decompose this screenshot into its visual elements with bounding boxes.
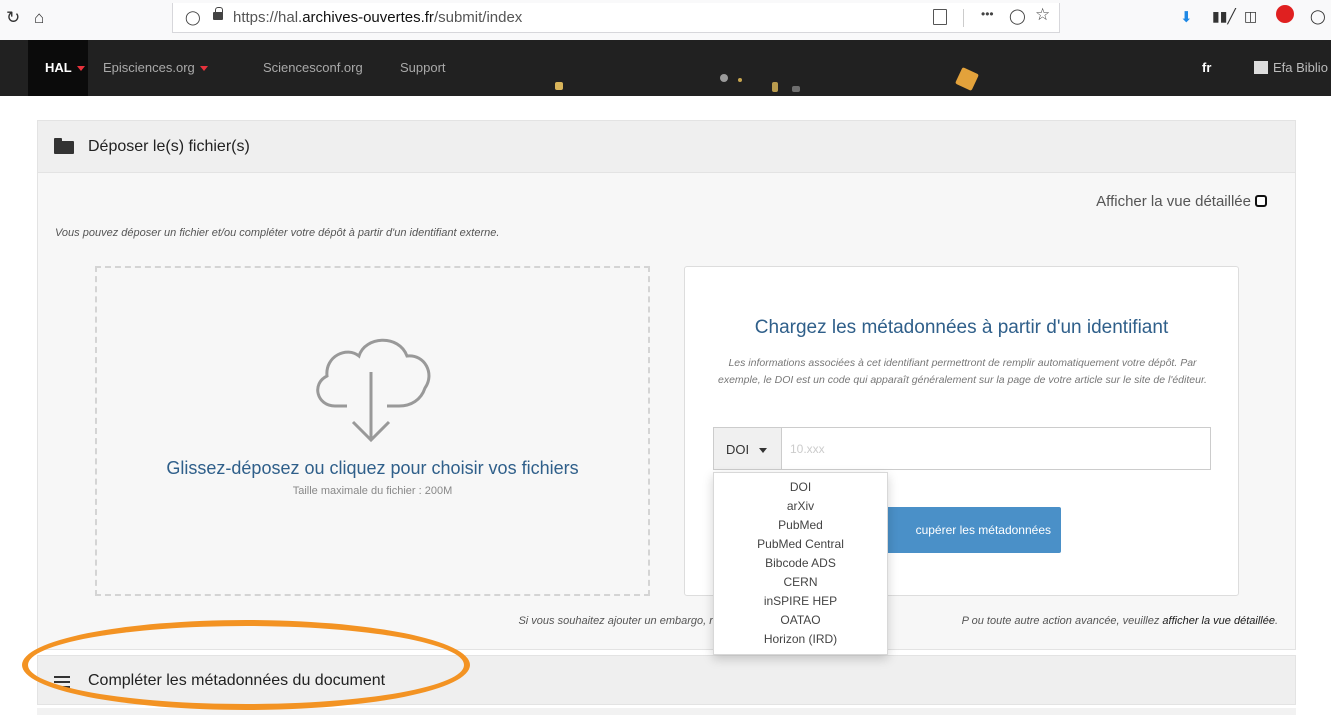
identifier-type-select[interactable]: DOI [713, 427, 781, 470]
caret-down-icon [76, 66, 85, 72]
decor-shape [792, 86, 800, 92]
reload-icon[interactable]: ↻ [6, 8, 20, 28]
page-actions-icon[interactable]: ••• [981, 7, 994, 21]
bookmark-star-icon[interactable]: ☆ [1035, 5, 1050, 25]
dropdown-option-bibcode-ads[interactable]: Bibcode ADS [714, 554, 887, 573]
upload-panel: Déposer le(s) fichier(s) Afficher la vue… [37, 120, 1296, 650]
dropzone-title[interactable]: Glissez-déposez ou cliquez pour choisir … [97, 458, 648, 479]
decor-shape [772, 82, 778, 92]
dropdown-option-arxiv[interactable]: arXiv [714, 497, 887, 516]
lock-icon[interactable] [213, 7, 223, 20]
caret-down-icon [199, 66, 208, 72]
dropdown-option-cern[interactable]: CERN [714, 573, 887, 592]
upload-panel-title: Déposer le(s) fichier(s) [88, 138, 250, 155]
detailed-view-checkbox[interactable] [1255, 195, 1267, 207]
url-text[interactable]: https://hal.archives-ouvertes.fr/submit/… [233, 9, 522, 26]
panel-bottom-strip [37, 708, 1296, 715]
fetch-metadata-button[interactable]: cupérer les métadonnées [875, 507, 1061, 553]
dropdown-option-oatao[interactable]: OATAO [714, 611, 887, 630]
decor-shape [738, 78, 742, 82]
download-icon[interactable]: ⬇ [1180, 8, 1193, 26]
nav-user[interactable]: Efa Biblio [1254, 60, 1328, 75]
pocket-icon[interactable]: ◯ [1009, 7, 1026, 25]
identifier-type-dropdown: DOI arXiv PubMed PubMed Central Bibcode … [713, 472, 888, 655]
identifier-input[interactable] [781, 427, 1211, 470]
dropdown-option-doi[interactable]: DOI [714, 478, 887, 497]
nav-support[interactable]: Support [400, 60, 446, 75]
embargo-hint: Si vous souhaitez ajouter un embargo, ré… [518, 615, 1278, 627]
nav-language[interactable]: fr [1202, 60, 1211, 75]
decor-shape [555, 82, 563, 90]
dropdown-option-pubmed-central[interactable]: PubMed Central [714, 535, 887, 554]
browser-toolbar: ↻ ⌂ ◯ https://hal.archives-ouvertes.fr/s… [0, 0, 1331, 40]
adblock-icon[interactable] [1276, 5, 1294, 23]
url-domain: archives-ouvertes.fr [302, 9, 434, 26]
decor-shape [955, 67, 979, 91]
extension-icon[interactable]: ◯ [1310, 8, 1326, 25]
address-bar[interactable]: ◯ https://hal.archives-ouvertes.fr/submi… [172, 3, 1060, 33]
reader-view-icon[interactable] [933, 9, 947, 25]
dropdown-option-horizon-ird[interactable]: Horizon (IRD) [714, 630, 887, 649]
divider [963, 9, 964, 27]
nav-episciences[interactable]: Episciences.org [103, 60, 208, 75]
upload-panel-header: Déposer le(s) fichier(s) [38, 121, 1295, 173]
shield-icon[interactable]: ◯ [185, 9, 201, 26]
sidebar-icon[interactable]: ◫ [1244, 8, 1257, 25]
dropzone-max-size: Taille maximale du fichier : 200M [292, 485, 453, 497]
folder-open-icon [54, 138, 74, 154]
detailed-view-link[interactable]: afficher la vue détaillée [1162, 615, 1275, 627]
list-icon [54, 676, 70, 688]
file-dropzone[interactable]: Glissez-déposez ou cliquez pour choisir … [95, 266, 650, 596]
nav-hal[interactable]: HAL [45, 60, 85, 75]
identifier-description: Les informations associées à cet identif… [718, 357, 1207, 386]
identifier-title: Chargez les métadonnées à partir d'un id… [754, 317, 1169, 338]
top-navbar: HAL Episciences.org Sciencesconf.org Sup… [0, 40, 1331, 96]
cloud-download-icon [316, 338, 431, 443]
caret-down-icon [759, 448, 768, 454]
home-icon[interactable]: ⌂ [34, 8, 44, 28]
detailed-view-toggle[interactable]: Afficher la vue détaillée [1096, 193, 1267, 210]
decor-shape [720, 74, 728, 82]
dropdown-option-pubmed[interactable]: PubMed [714, 516, 887, 535]
upload-intro-text: Vous pouvez déposer un fichier et/ou com… [55, 227, 500, 239]
dropdown-option-inspire-hep[interactable]: inSPIRE HEP [714, 592, 887, 611]
nav-sciencesconf[interactable]: Sciencesconf.org [263, 60, 363, 75]
metadata-panel-header[interactable]: Compléter les métadonnées du document [37, 655, 1296, 705]
user-icon [1254, 61, 1268, 74]
library-icon[interactable]: ▮▮╱ [1212, 8, 1236, 25]
metadata-panel-title[interactable]: Compléter les métadonnées du document [88, 672, 385, 690]
